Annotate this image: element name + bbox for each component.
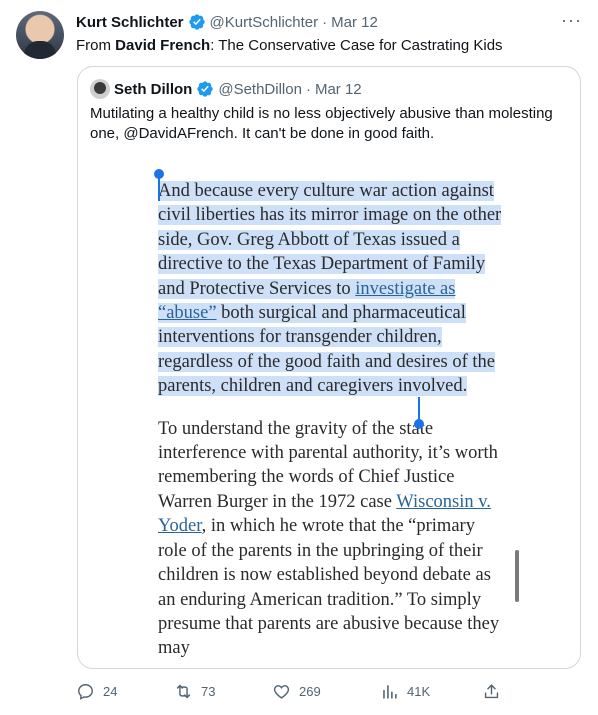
share-button[interactable] [482, 682, 501, 701]
share-icon [484, 684, 499, 699]
like-icon [273, 685, 290, 699]
article-screenshot-image[interactable]: And because every culture war action aga… [158, 179, 503, 661]
dot-separator: · [305, 80, 311, 98]
tweet-text: From David French: The Conservative Case… [76, 36, 503, 56]
tweet-text-bold: David French [115, 37, 211, 54]
reply-count: 24 [103, 684, 118, 699]
tweet[interactable]: Kurt Schlichter @KurtSchlichter · Mar 12… [0, 0, 598, 715]
dot-separator: · [322, 13, 328, 31]
views-button[interactable]: 41K [380, 682, 430, 701]
author-handle[interactable]: @KurtSchlichter [210, 14, 319, 31]
quoted-text: Mutilating a healthy child is no less ob… [90, 105, 553, 142]
image-scrollbar [515, 550, 519, 602]
more-icon[interactable]: ··· [561, 10, 582, 31]
author-name[interactable]: Kurt Schlichter [76, 14, 184, 31]
tweet-text-suffix: : The Conservative Case for Castrating K… [210, 37, 503, 54]
like-button[interactable]: 269 [272, 682, 321, 701]
article-paragraph-1: And because every culture war action aga… [158, 179, 503, 399]
retweet-button[interactable]: 73 [174, 682, 215, 701]
action-bar: 24 73 269 41K [76, 682, 586, 704]
quoted-handle[interactable]: @SethDillon [218, 81, 302, 98]
views-icon [383, 685, 397, 699]
verified-badge-icon [188, 14, 205, 30]
tweet-text-prefix: From [76, 37, 116, 54]
reply-icon [78, 684, 93, 700]
quoted-avatar[interactable] [90, 79, 110, 99]
article-paragraph-2: To understand the gravity of the state i… [158, 417, 503, 661]
tweet-date[interactable]: Mar 12 [331, 14, 378, 31]
author-avatar[interactable] [16, 11, 64, 59]
retweet-count: 73 [201, 684, 216, 699]
selection-end-bar [418, 397, 420, 421]
quoted-tweet[interactable]: Seth Dillon @SethDillon · Mar 12 Mutilat… [77, 66, 581, 669]
reply-button[interactable]: 24 [76, 682, 117, 701]
verified-badge-icon [197, 81, 214, 97]
like-count: 269 [299, 684, 321, 699]
quoted-name[interactable]: Seth Dillon [114, 81, 192, 98]
quoted-header: Seth Dillon @SethDillon · Mar 12 [90, 79, 362, 99]
retweet-icon [176, 684, 191, 699]
selection-start-bar [158, 175, 160, 201]
quoted-date[interactable]: Mar 12 [315, 81, 362, 98]
article-text: , in which he wrote that the “primary ro… [158, 516, 500, 659]
selection-end-handle [414, 419, 424, 429]
tweet-header: Kurt Schlichter @KurtSchlichter · Mar 12 [76, 12, 378, 32]
views-count: 41K [407, 684, 431, 699]
